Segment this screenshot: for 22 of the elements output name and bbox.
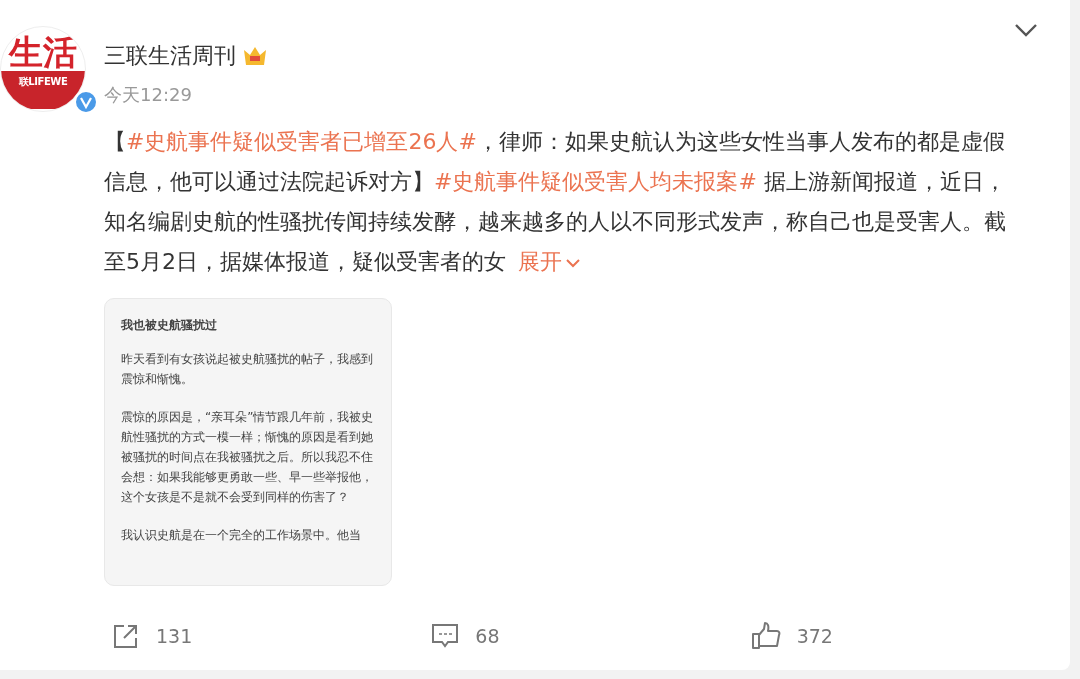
- image-title: 我也被史航骚扰过: [121, 317, 218, 334]
- text-image[interactable]: 我也被史航骚扰过 昨天看到有女孩说起被史航骚扰的帖子，我感到震惊和惭愧。 震惊的原因是，“亲耳朵”情节跟几年前，我被史航性骚扰的方式一模一样；惭愧的原因是看到她被骚扰的时间点在我被骚扰之后。所以我忍不住会想：如果我能够更勇敢一些、早一些举报他，这个女孩是不是就不会受到同样的伤害了？ 我认识史航是在一个完全的工作场景中。他当: [104, 298, 392, 586]
- share-icon[interactable]: [112, 623, 140, 649]
- avatar[interactable]: 生活 联LIFEWE: [0, 26, 86, 112]
- account-name[interactable]: 三联生活周刊: [104, 41, 236, 71]
- comment-icon[interactable]: [431, 623, 460, 649]
- chevron-down-icon[interactable]: [1014, 22, 1038, 38]
- thumbs-up-icon[interactable]: [750, 622, 781, 650]
- caret-icon[interactable]: [565, 257, 581, 269]
- post-time: 今天12:29: [104, 83, 193, 107]
- hashtag-link[interactable]: #史航事件疑似受害者已增至26人#: [126, 129, 477, 154]
- action-count: 131: [156, 625, 193, 647]
- hashtag-link[interactable]: #史航事件疑似受害人均未报案#: [434, 169, 757, 194]
- image-paragraph: 昨天看到有女孩说起被史航骚扰的帖子，我感到震惊和惭愧。: [121, 351, 374, 388]
- action-count: 68: [475, 625, 500, 647]
- image-paragraph: 震惊的原因是，“亲耳朵”情节跟几年前，我被史航性骚扰的方式一模一样；惭愧的原因是看到她被骚扰的时间点在我被骚扰之后。所以我忍不住会想：如果我能够更勇敢一些、早一些举报他，这个女孩是不是就不会受到同样的伤害了？: [121, 409, 375, 506]
- action-count: 372: [796, 625, 833, 647]
- expand-link[interactable]: 展开: [518, 249, 581, 274]
- avatar-logo-text: 生活: [9, 33, 77, 71]
- post-text: 【#史航事件疑似受害者已增至26人#，律师：如果史航认为这些女性当事人发布的都是虚假信息，他可以通过法院起诉对方】#史航事件疑似受害人均未报案# 据上游新闻报道，近日，知名编剧史航的性骚扰传闻持续发酵，越来越多的人以不同形式发声，称自己也是受害人。截至5月2日，据媒体报道，疑似受害者的女 展开: [104, 128, 1007, 276]
- image-paragraph: 我认识史航是在一个完全的工作场景中。他当: [121, 527, 362, 544]
- avatar-logo-subtext: 联LIFEWE: [1, 71, 85, 109]
